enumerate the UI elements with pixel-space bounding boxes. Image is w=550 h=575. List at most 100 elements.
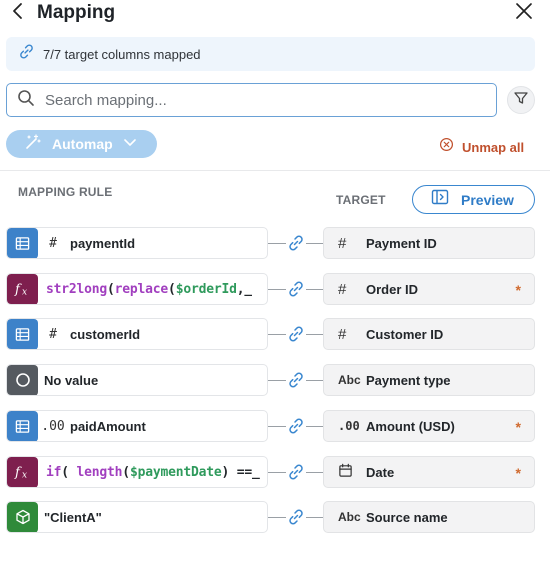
no-value-badge-icon <box>7 365 38 395</box>
expression-token: ( <box>107 281 115 297</box>
unmap-all-button[interactable]: Unmap all <box>439 137 524 157</box>
expression-token: ( <box>168 281 176 297</box>
target-cell[interactable]: # Payment ID <box>323 227 535 259</box>
filter-icon <box>513 90 529 111</box>
expression-token: ( <box>122 464 130 480</box>
mapping-row: "ClientA" Abc Source name <box>0 501 550 534</box>
constant-value: "ClientA" <box>44 509 102 525</box>
expression-token: length <box>76 464 123 480</box>
source-column-name: paidAmount <box>70 418 146 434</box>
target-type-label: .00 <box>338 419 360 433</box>
link-icon[interactable] <box>286 371 306 389</box>
target-column-name: Payment type <box>366 372 451 388</box>
mapping-rule-header: MAPPING RULE <box>18 185 113 199</box>
target-cell[interactable]: Abc Payment type <box>323 364 535 396</box>
mapping-row: No value Abc Payment type <box>0 364 550 397</box>
svg-text:x: x <box>22 288 27 298</box>
required-marker: * <box>515 282 521 298</box>
target-type-label: Abc <box>338 373 361 387</box>
link-icon[interactable] <box>286 234 306 252</box>
chevron-left-icon <box>12 2 24 25</box>
mapping-row: f x if( length($paymentDate) ==_ Date * <box>0 456 550 489</box>
expression-token: ,_ <box>236 281 252 297</box>
chevron-down-icon <box>123 135 137 153</box>
page-title: Mapping <box>37 2 116 23</box>
column-badge-icon <box>7 228 38 258</box>
source-cell[interactable]: No value <box>6 364 268 396</box>
expression-token: str2long <box>46 281 108 297</box>
automap-label: Automap <box>52 136 113 152</box>
source-column-name: paymentId <box>70 235 136 251</box>
source-cell[interactable]: # customerId <box>6 318 268 350</box>
search-input[interactable] <box>45 91 465 109</box>
magic-wand-icon <box>24 133 42 155</box>
filter-button[interactable] <box>507 86 535 114</box>
source-type-label: # <box>49 235 57 251</box>
target-type-label: # <box>338 280 347 298</box>
divider <box>0 170 550 171</box>
expression-token: $paymentDate <box>129 464 222 480</box>
svg-text:f: f <box>14 466 22 481</box>
mapping-row: .00 paidAmount .00 Amount (USD) * <box>0 410 550 443</box>
back-button[interactable] <box>8 2 28 24</box>
preview-button[interactable]: Preview <box>412 185 535 214</box>
target-cell[interactable]: Date * <box>323 456 535 488</box>
mapping-row: # paymentId # Payment ID <box>0 227 550 260</box>
expression-token: ( <box>61 464 77 480</box>
target-column-name: Date <box>366 464 395 480</box>
required-marker: * <box>515 465 521 481</box>
source-type-label: # <box>49 326 57 342</box>
panel-header: Mapping <box>0 0 550 30</box>
source-type-label: .00 <box>41 418 65 434</box>
source-cell[interactable]: "ClientA" <box>6 501 268 533</box>
preview-panel-icon <box>431 189 449 210</box>
column-badge-icon <box>7 319 38 349</box>
function-badge-icon: fx <box>7 274 38 304</box>
svg-text:f: f <box>14 283 22 298</box>
search-field[interactable] <box>6 83 497 117</box>
expression-token: if <box>46 464 62 480</box>
link-icon[interactable] <box>286 417 306 435</box>
automap-button[interactable]: Automap <box>6 130 157 158</box>
link-icon[interactable] <box>286 463 306 481</box>
target-type-label: # <box>338 325 347 343</box>
target-cell[interactable]: .00 Amount (USD) * <box>323 410 535 442</box>
expression-token: $orderId <box>175 281 237 297</box>
link-icon[interactable] <box>286 508 306 526</box>
no-value-label: No value <box>44 372 99 388</box>
calendar-icon <box>338 463 366 481</box>
required-marker: * <box>515 419 521 435</box>
close-button[interactable] <box>514 2 534 25</box>
expression-token: replace <box>114 281 169 297</box>
source-cell[interactable]: f x if( length($paymentDate) ==_ <box>6 456 268 488</box>
link-icon <box>18 43 35 65</box>
source-cell[interactable]: f x str2long(replace($orderId,_ <box>6 273 268 305</box>
target-cell[interactable]: # Order ID * <box>323 273 535 305</box>
function-badge-icon: fx <box>7 457 38 487</box>
mapping-status-banner: 7/7 target columns mapped <box>6 37 535 71</box>
source-column-name: customerId <box>70 326 141 342</box>
circle-x-icon <box>439 137 454 157</box>
target-column-name: Order ID <box>366 281 419 297</box>
mapping-row: f x str2long(replace($orderId,_ # Order ID * <box>0 273 550 306</box>
target-header: TARGET <box>336 193 386 207</box>
unmap-all-label: Unmap all <box>462 139 525 155</box>
column-badge-icon <box>7 411 38 441</box>
source-expression: if( length($paymentDate) ==_ <box>46 465 260 480</box>
source-cell[interactable]: .00 paidAmount <box>6 410 268 442</box>
link-icon[interactable] <box>286 325 306 343</box>
target-cell[interactable]: Abc Source name <box>323 501 535 533</box>
svg-text:x: x <box>22 471 27 481</box>
mapping-row: # customerId # Customer ID <box>0 318 550 351</box>
target-cell[interactable]: # Customer ID <box>323 318 535 350</box>
target-column-name: Source name <box>366 509 448 525</box>
source-cell[interactable]: # paymentId <box>6 227 268 259</box>
close-icon <box>515 2 533 25</box>
source-expression: str2long(replace($orderId,_ <box>46 282 252 297</box>
link-icon[interactable] <box>286 280 306 298</box>
target-column-name: Payment ID <box>366 235 437 251</box>
target-column-name: Amount (USD) <box>366 418 455 434</box>
constant-badge-icon <box>7 502 38 532</box>
mapping-status-text: 7/7 target columns mapped <box>43 46 201 62</box>
search-icon <box>17 89 35 112</box>
